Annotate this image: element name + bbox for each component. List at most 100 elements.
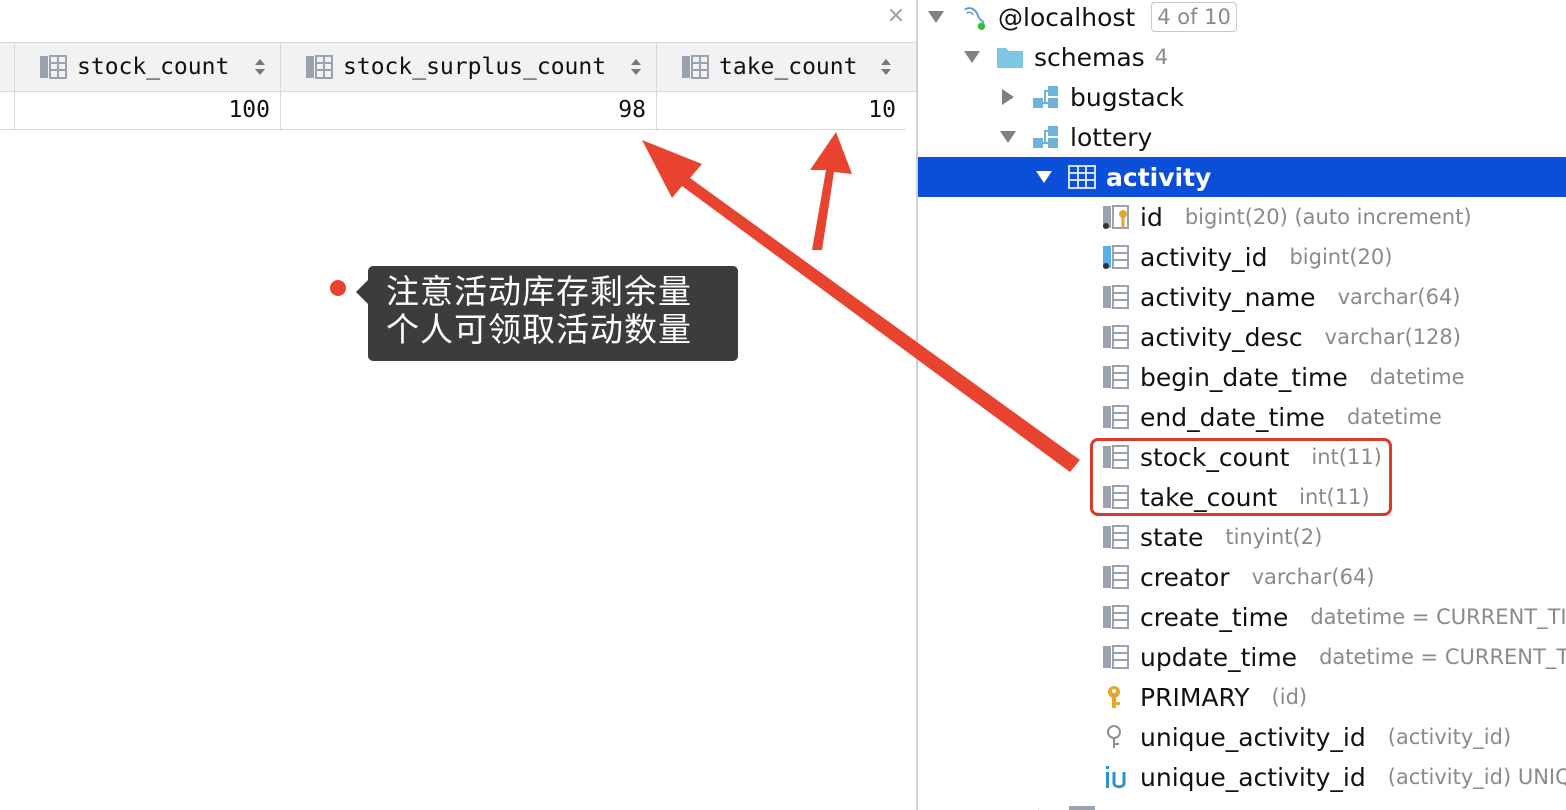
- column-header-stock-count[interactable]: stock_count: [14, 43, 280, 91]
- key-outline-icon: [1107, 725, 1121, 748]
- column-type: varchar(64): [1251, 565, 1375, 589]
- column-name: activity_id: [1140, 242, 1268, 272]
- tree-node-column[interactable]: creator varchar(64): [918, 557, 1566, 597]
- column-name: begin_date_time: [1140, 362, 1348, 392]
- callout-line-1: 注意活动库存剩余量: [386, 272, 692, 311]
- key-name: PRIMARY: [1140, 682, 1250, 712]
- column-icon: [1103, 405, 1129, 429]
- tree-node-column[interactable]: state tinyint(2): [918, 517, 1566, 557]
- tree-node-column[interactable]: end_date_time datetime: [918, 397, 1566, 437]
- column-header-take-count[interactable]: take_count: [656, 43, 906, 91]
- tree-node-column[interactable]: create_time datetime = CURRENT_TIME: [918, 597, 1566, 637]
- tree-node-column[interactable]: begin_date_time datetime: [918, 357, 1566, 397]
- callout-line-2: 个人可领取活动数量: [386, 310, 692, 349]
- indexed-column-icon: [1103, 245, 1129, 269]
- key-detail: (activity_id): [1387, 725, 1512, 749]
- close-icon[interactable]: ×: [884, 4, 908, 28]
- column-header-label: stock_count: [77, 54, 230, 80]
- database-tree: @localhost 4 of 10 schemas 4 bugstack lo…: [918, 0, 1566, 810]
- column-name: activity_desc: [1140, 322, 1303, 352]
- tree-node-schema-bugstack[interactable]: bugstack: [918, 77, 1566, 117]
- schema-icon: [1033, 86, 1058, 108]
- key-detail: (id): [1271, 685, 1308, 709]
- tree-node-column[interactable]: activity_desc varchar(128): [918, 317, 1566, 357]
- table-cell-stock-surplus-count[interactable]: 98: [280, 91, 656, 129]
- tree-node-column[interactable]: activity_name varchar(64): [918, 277, 1566, 317]
- table-label: activity: [1106, 162, 1212, 192]
- chevron-down-icon[interactable]: [926, 7, 946, 27]
- column-icon: [1103, 325, 1129, 349]
- schema-label: bugstack: [1070, 82, 1184, 112]
- connection-label: @localhost: [998, 2, 1136, 32]
- tree-node-key[interactable]: PRIMARY (id): [918, 677, 1566, 717]
- result-grid-pane: × stock_count stock_surplus_count take_c…: [0, 0, 916, 810]
- schemas-label: schemas: [1034, 42, 1145, 72]
- index-detail: (activity_id) UNIQ: [1387, 765, 1566, 789]
- column-icon: [1103, 565, 1129, 589]
- column-header-label: stock_surplus_count: [343, 54, 607, 80]
- index-name: unique_activity_id: [1140, 762, 1366, 792]
- table-cell-stock-count[interactable]: 100: [14, 91, 280, 129]
- chevron-right-icon[interactable]: [998, 87, 1018, 107]
- chevron-down-icon[interactable]: [1034, 167, 1054, 187]
- column-icon: [682, 55, 709, 79]
- table-row[interactable]: 100 98 10: [0, 91, 906, 130]
- primary-key-column-icon: [1103, 205, 1129, 229]
- column-header-stock-surplus-count[interactable]: stock_surplus_count: [280, 43, 656, 91]
- tree-node-index[interactable]: unique_activity_id (activity_id) UNIQ: [918, 757, 1566, 797]
- column-type: bigint(20) (auto increment): [1184, 205, 1472, 229]
- tree-node-table-activity[interactable]: activity: [918, 157, 1566, 197]
- grid-header: stock_count stock_surplus_count take_cou…: [0, 42, 916, 92]
- chevron-down-icon[interactable]: [962, 47, 982, 67]
- column-name: end_date_time: [1140, 402, 1325, 432]
- tree-node-key[interactable]: unique_activity_id (activity_id): [918, 717, 1566, 757]
- schemas-count: 4: [1154, 45, 1169, 69]
- column-name: creator: [1140, 562, 1230, 592]
- tree-node-partial[interactable]: [918, 797, 1566, 810]
- column-icon: [306, 55, 333, 79]
- column-icon: [40, 55, 67, 79]
- connection-count-badge: 4 of 10: [1151, 2, 1237, 32]
- key-icon: [1108, 686, 1120, 708]
- annotation-dot: [330, 280, 346, 296]
- tree-node-column[interactable]: update_time datetime = CURRENT_TI: [918, 637, 1566, 677]
- tree-node-schemas[interactable]: schemas 4: [918, 37, 1566, 77]
- table-icon: [1068, 165, 1096, 189]
- column-type: bigint(20): [1289, 245, 1393, 269]
- column-type: datetime = CURRENT_TIME: [1310, 605, 1566, 629]
- column-name: update_time: [1140, 642, 1298, 672]
- sort-icon[interactable]: [254, 57, 266, 77]
- unique-index-icon: [1106, 766, 1126, 789]
- schema-label: lottery: [1070, 122, 1153, 152]
- column-type: varchar(128): [1324, 325, 1461, 349]
- sort-icon[interactable]: [630, 57, 642, 77]
- tree-node-column[interactable]: id bigint(20) (auto increment): [918, 197, 1566, 237]
- column-name: state: [1140, 522, 1204, 552]
- column-type: varchar(64): [1337, 285, 1461, 309]
- column-name: create_time: [1140, 602, 1289, 632]
- mysql-icon: [964, 7, 986, 30]
- chevron-down-icon[interactable]: [998, 127, 1018, 147]
- tree-node-column[interactable]: activity_id bigint(20): [918, 237, 1566, 277]
- column-header-label: take_count: [719, 54, 858, 80]
- table-cell-take-count[interactable]: 10: [656, 91, 906, 129]
- column-name: id: [1140, 202, 1163, 232]
- column-icon: [1103, 605, 1129, 629]
- column-type: datetime = CURRENT_TI: [1319, 645, 1566, 669]
- column-icon: [1103, 365, 1129, 389]
- annotation-callout: 注意活动库存剩余量 个人可领取活动数量: [356, 266, 738, 361]
- annotation-highlight-box: [1090, 438, 1392, 516]
- tree-node-connection[interactable]: @localhost 4 of 10: [918, 0, 1566, 37]
- key-name: unique_activity_id: [1140, 722, 1366, 752]
- sort-icon[interactable]: [880, 57, 892, 77]
- table-icon: [1069, 806, 1095, 810]
- tree-node-schema-lottery[interactable]: lottery: [918, 117, 1566, 157]
- column-name: activity_name: [1140, 282, 1316, 312]
- column-icon: [1103, 285, 1129, 309]
- folder-icon: [997, 48, 1023, 68]
- column-icon: [1103, 645, 1129, 669]
- column-type: datetime: [1346, 405, 1442, 429]
- schema-icon: [1033, 126, 1058, 148]
- column-type: datetime: [1369, 365, 1465, 389]
- column-type: tinyint(2): [1225, 525, 1323, 549]
